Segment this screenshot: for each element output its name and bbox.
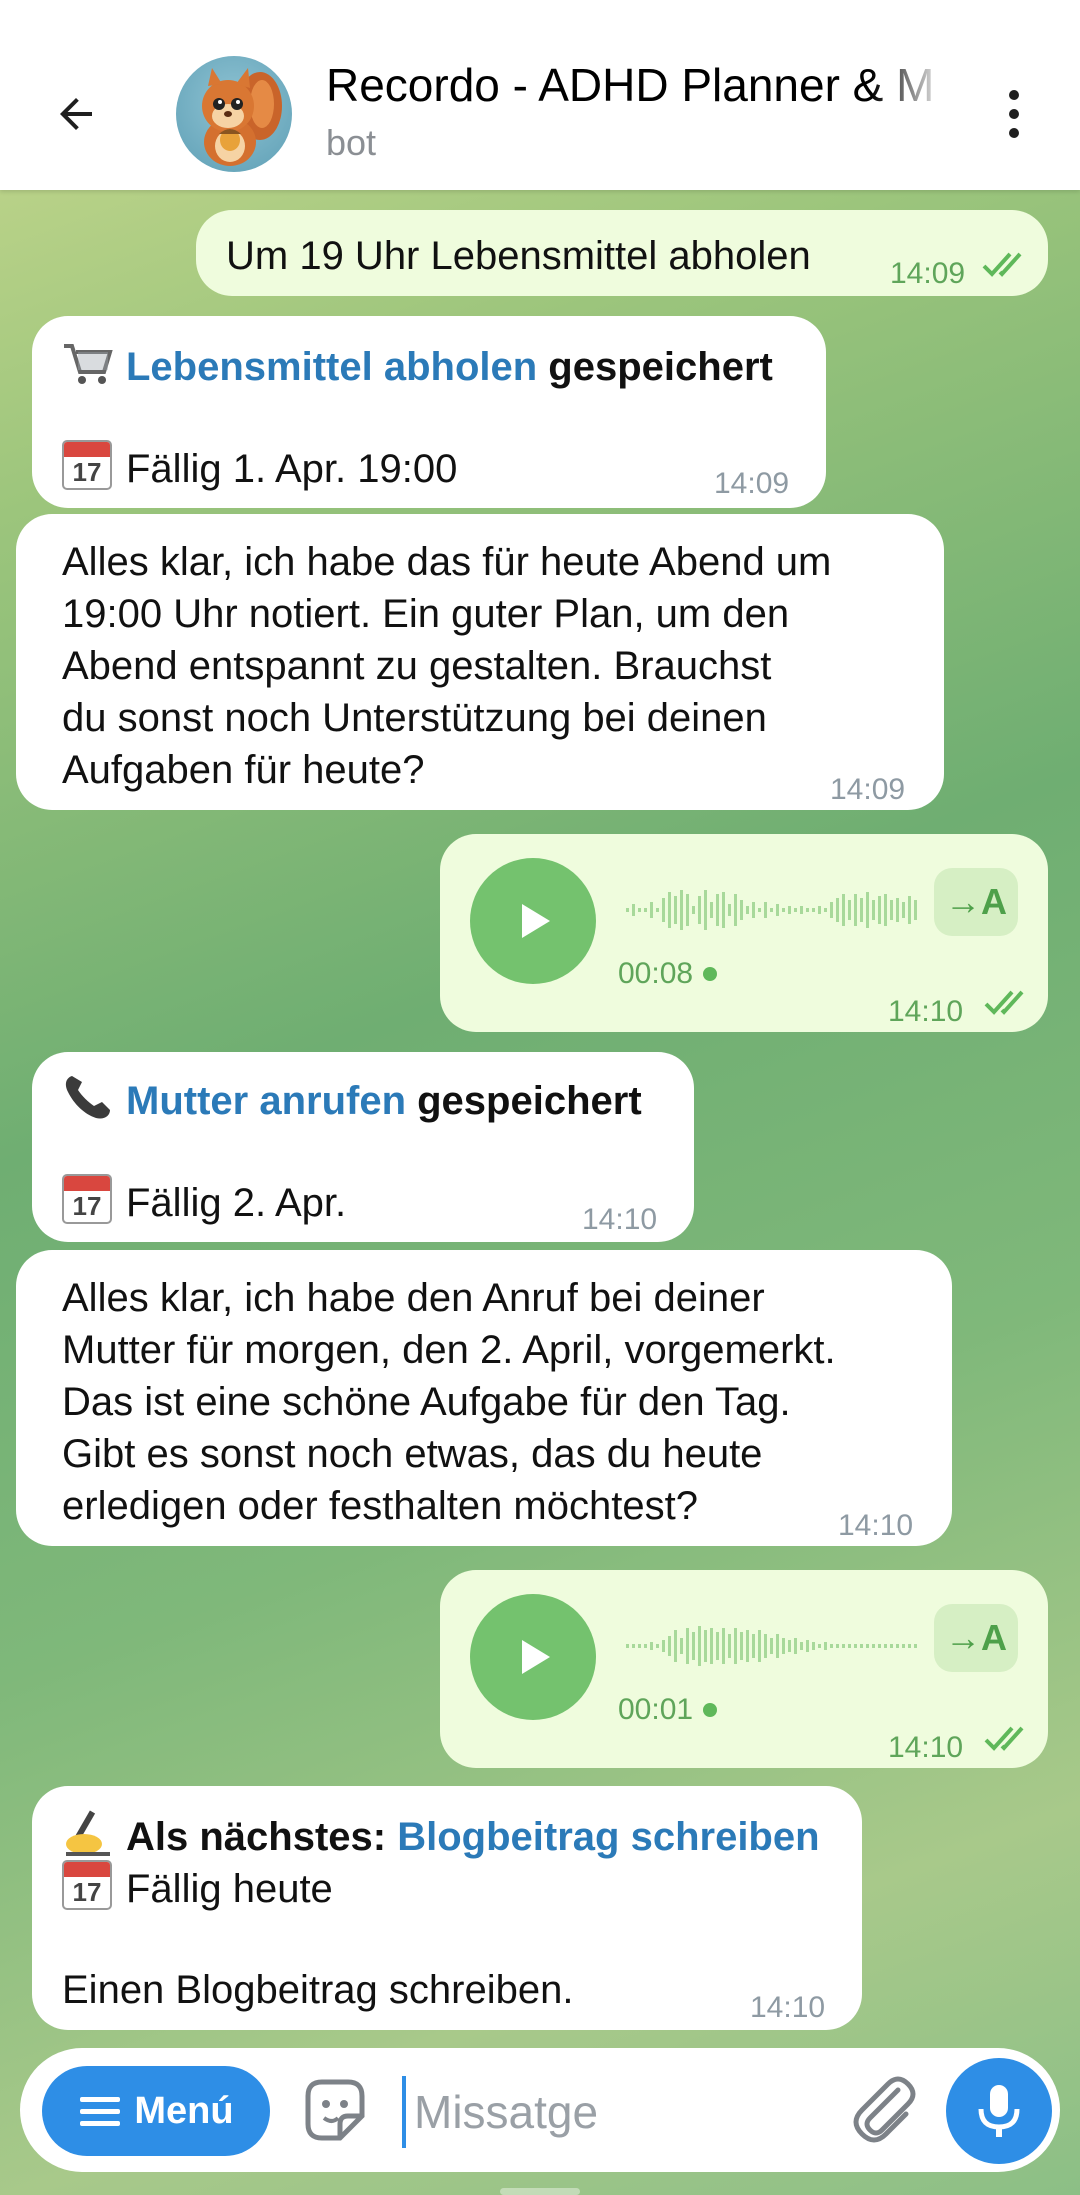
- arrow-left-icon: [60, 98, 92, 130]
- transcribe-button[interactable]: →A: [934, 1604, 1018, 1672]
- microphone-icon: [978, 2085, 1020, 2137]
- chat-title[interactable]: Recordo - ADHD Planner & M: [326, 58, 946, 112]
- task-saved-card[interactable]: Lebensmittel abholen gespeichert 17 Fälli…: [32, 316, 826, 508]
- waveform-icon[interactable]: [624, 1616, 924, 1676]
- message-time: 14:10: [838, 1509, 914, 1542]
- message-text: Um 19 Uhr Lebensmittel abholen: [226, 234, 811, 278]
- unplayed-dot: [703, 967, 718, 981]
- more-dot-icon: [1009, 128, 1019, 138]
- telephone-icon: [65, 1076, 110, 1119]
- paperclip-icon: [853, 2076, 916, 2143]
- back-button[interactable]: [40, 78, 112, 150]
- due-text: Fällig heute: [126, 1867, 333, 1911]
- message-time: 14:10: [888, 995, 964, 1028]
- task-line: Mutter anrufen gespeichert: [62, 1072, 642, 1127]
- due-line: 17 Fällig heute: [62, 1860, 333, 1915]
- double-check-icon: [984, 990, 1024, 1015]
- task-name-link[interactable]: Lebensmittel abholen: [126, 345, 537, 389]
- message-time: 14:10: [582, 1203, 658, 1236]
- menu-button[interactable]: Menú: [42, 2066, 270, 2156]
- outgoing-message[interactable]: Um 19 Uhr Lebensmittel abholen 14:09: [196, 210, 1048, 296]
- message-time: 14:10: [750, 1991, 826, 2024]
- more-dot-icon: [1009, 90, 1019, 100]
- double-check-icon: [982, 252, 1022, 277]
- play-icon: [522, 904, 550, 938]
- message-time: 14:09: [714, 467, 790, 500]
- bot-avatar[interactable]: [176, 56, 292, 172]
- voice-message[interactable]: 00:01 →A 14:10: [440, 1570, 1048, 1768]
- calendar-icon: 17: [62, 440, 112, 490]
- bot-reply-message[interactable]: Alles klar, ich habe das für heute Abend…: [16, 514, 944, 810]
- task-status: gespeichert: [417, 1079, 642, 1123]
- voice-duration: 00:01: [618, 1684, 718, 1736]
- play-button[interactable]: [470, 858, 596, 984]
- bot-reply-message[interactable]: Alles klar, ich habe den Anruf bei deine…: [16, 1250, 952, 1546]
- voice-duration: 00:08: [618, 948, 718, 1000]
- due-text: Fällig 1. Apr. 19:00: [126, 447, 458, 491]
- task-description: Einen Blogbeitrag schreiben.: [62, 1968, 574, 2012]
- squirrel-icon: [202, 68, 282, 166]
- voice-record-button[interactable]: [946, 2058, 1052, 2164]
- task-line: Lebensmittel abholen gespeichert: [62, 338, 773, 393]
- task-saved-card[interactable]: Mutter anrufen gespeichert 17 Fällig 2. A…: [32, 1052, 694, 1242]
- more-dot-icon: [1009, 109, 1019, 119]
- double-check-icon: [984, 1726, 1024, 1751]
- waveform-icon[interactable]: [624, 880, 924, 940]
- chat-subtitle: bot: [326, 122, 377, 163]
- task-name-link[interactable]: Blogbeitrag schreiben: [397, 1815, 819, 1859]
- message-text: Alles klar, ich habe den Anruf bei deine…: [62, 1276, 836, 1528]
- message-time: 14:10: [888, 1731, 964, 1764]
- writing-hand-icon: [66, 1810, 110, 1856]
- message-input[interactable]: [402, 2076, 822, 2148]
- more-options-button[interactable]: [990, 82, 1038, 146]
- task-name-link[interactable]: Mutter anrufen: [126, 1079, 406, 1123]
- message-time: 14:09: [830, 773, 906, 806]
- menu-label: Menú: [134, 2089, 234, 2132]
- message-text: Alles klar, ich habe das für heute Abend…: [62, 540, 832, 792]
- hamburger-icon: [80, 2097, 121, 2126]
- calendar-icon: 17: [62, 1174, 112, 1224]
- due-line: 17 Fällig 2. Apr.: [62, 1174, 346, 1229]
- due-text: Fällig 2. Apr.: [126, 1181, 347, 1225]
- play-button[interactable]: [470, 1594, 596, 1720]
- attach-button[interactable]: [846, 2072, 924, 2150]
- calendar-icon: 17: [62, 1860, 112, 1910]
- shopping-cart-icon: [64, 344, 113, 384]
- task-status: gespeichert: [548, 345, 773, 389]
- message-time: 14:09: [890, 257, 966, 290]
- play-icon: [522, 1640, 550, 1674]
- next-task-line: Als nächstes: Blogbeitrag schreiben: [62, 1808, 820, 1863]
- next-task-prefix: Als nächstes:: [126, 1815, 387, 1859]
- sticker-button[interactable]: [296, 2072, 374, 2150]
- unplayed-dot: [703, 1703, 718, 1717]
- sticker-icon: [305, 2079, 365, 2141]
- next-task-card[interactable]: Als nächstes: Blogbeitrag schreiben 17 Fä…: [32, 1786, 862, 2030]
- gesture-bar: [500, 2188, 580, 2195]
- transcribe-button[interactable]: →A: [934, 868, 1018, 936]
- chat-header: Recordo - ADHD Planner & M bot: [0, 0, 1080, 190]
- voice-message[interactable]: 00:08 →A 14:10: [440, 834, 1048, 1032]
- due-line: 17 Fällig 1. Apr. 19:00: [62, 440, 457, 495]
